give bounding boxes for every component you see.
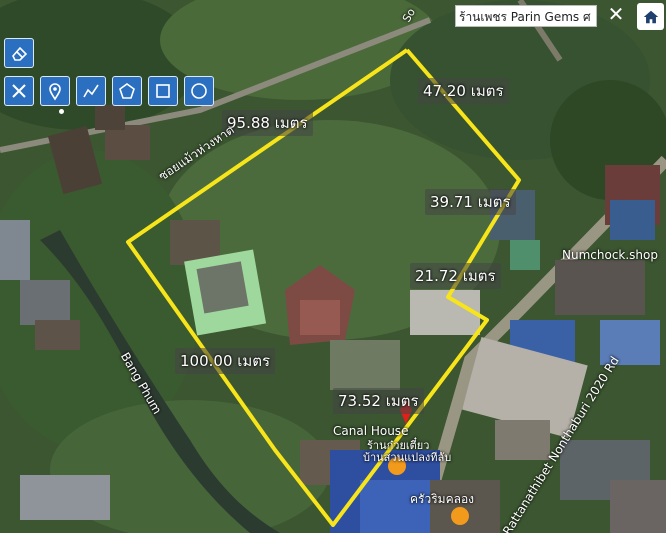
location-pin-icon <box>49 83 61 101</box>
eraser-tool-button[interactable] <box>4 38 34 68</box>
polygon-icon <box>119 83 135 99</box>
restaurant-label: ครัวริมคลอง <box>410 492 475 506</box>
home-button[interactable] <box>637 3 664 30</box>
eraser-icon <box>12 46 28 61</box>
measure-tools-button[interactable] <box>4 76 34 106</box>
measurement-label-top: 47.20 เมตร <box>418 78 509 104</box>
restaurant-marker-2-icon <box>451 507 469 525</box>
polyline-tool-button[interactable] <box>76 76 106 106</box>
circle-tool-button[interactable] <box>184 76 214 106</box>
home-icon <box>643 10 658 23</box>
measurement-label-east: 39.71 เมตร <box>425 189 516 215</box>
cross-tools-icon <box>12 84 26 98</box>
rectangle-icon <box>156 84 170 98</box>
measurement-label-notch: 21.72 เมตร <box>410 263 501 289</box>
active-tool-indicator <box>59 109 64 114</box>
map-view[interactable]: 47.20 เมตร 95.88 เมตร 39.71 เมตร 21.72 เ… <box>0 0 666 533</box>
measurement-label-southeast: 73.52 เมตร <box>333 388 424 414</box>
measurement-label-southwest: 100.00 เมตร <box>175 348 276 374</box>
garden-place-label: บ้านสวนแปลงทีลับ <box>363 451 452 464</box>
close-search-button[interactable]: ✕ <box>603 3 629 27</box>
circle-icon <box>191 83 207 99</box>
rectangle-tool-button[interactable] <box>148 76 178 106</box>
numchock-shop-label: Numchock.shop <box>562 248 658 262</box>
polygon-tool-button[interactable] <box>112 76 142 106</box>
polyline-icon <box>83 84 99 98</box>
marker-tool-button[interactable] <box>40 76 70 106</box>
search-input[interactable]: ร้านเพชร Parin Gems ศ <box>455 5 597 27</box>
